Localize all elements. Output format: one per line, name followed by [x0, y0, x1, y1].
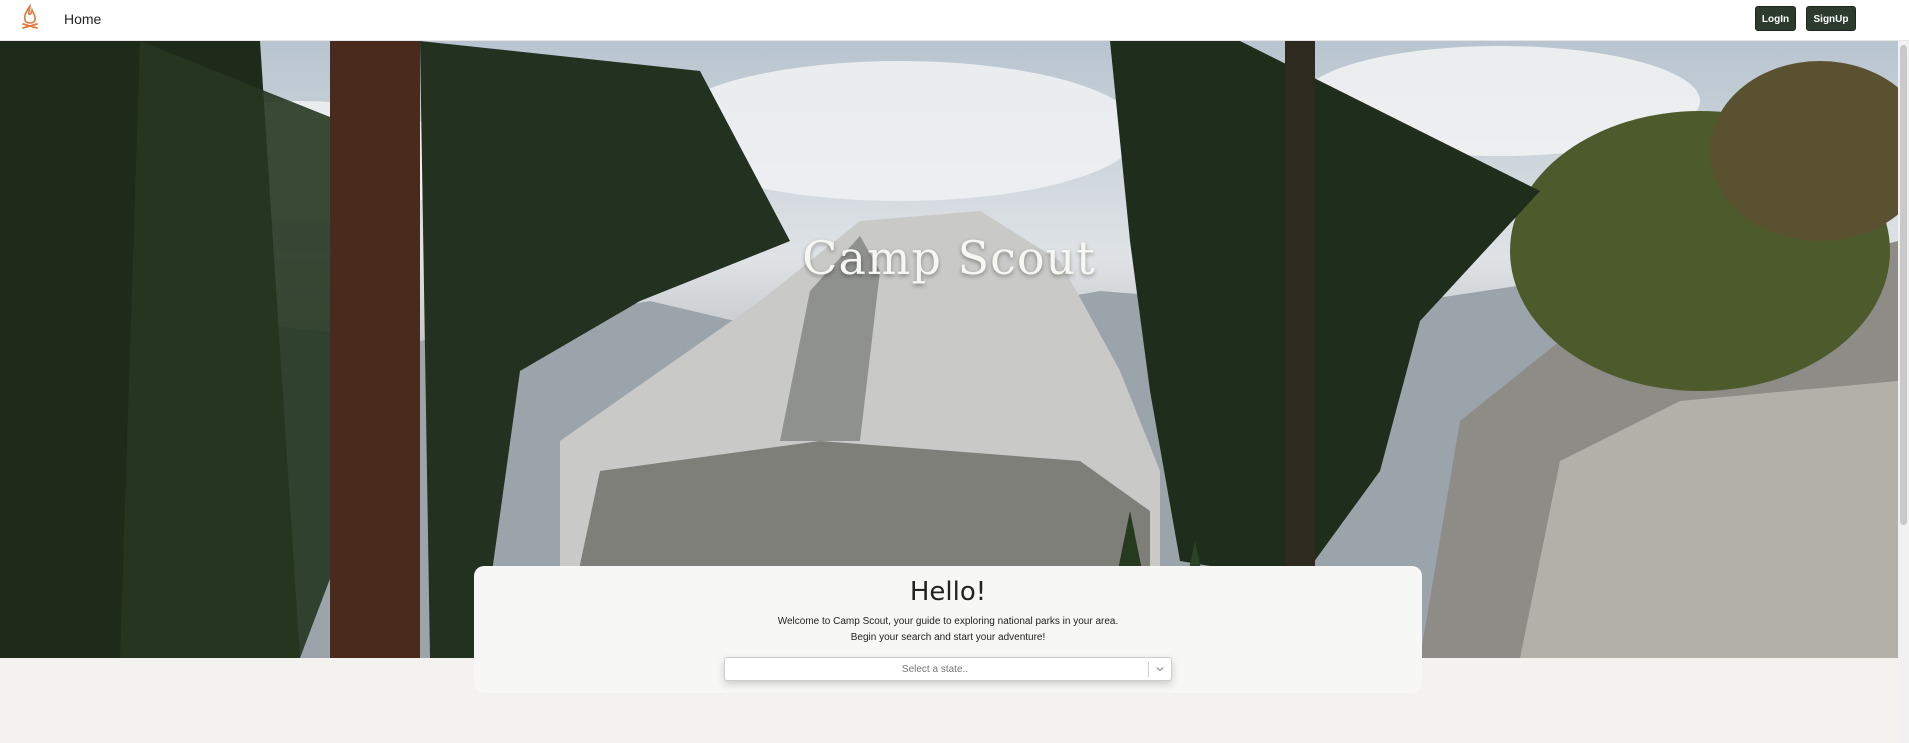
state-select-placeholder: Select a state.. [901, 664, 969, 675]
campfire-icon[interactable] [19, 3, 41, 34]
scrollbar-thumb[interactable] [1900, 45, 1907, 525]
signup-button[interactable]: SignUp [1806, 6, 1856, 31]
welcome-heading: Hello! [909, 577, 987, 607]
state-select[interactable]: Select a state.. [724, 657, 1172, 681]
chevron-down-icon[interactable] [1153, 662, 1167, 676]
welcome-card: Hello! Welcome to Camp Scout, your guide… [474, 566, 1422, 693]
login-button[interactable]: LogIn [1755, 6, 1796, 31]
welcome-text-line-1: Welcome to Camp Scout, your guide to exp… [777, 616, 1119, 627]
nav-home-link[interactable]: Home [64, 11, 101, 27]
welcome-text-line-2: Begin your search and start your adventu… [850, 632, 1046, 643]
hero-title: Camp Scout [802, 231, 1096, 285]
top-navbar: Home LogIn SignUp [0, 0, 1909, 41]
select-separator [1148, 662, 1149, 677]
